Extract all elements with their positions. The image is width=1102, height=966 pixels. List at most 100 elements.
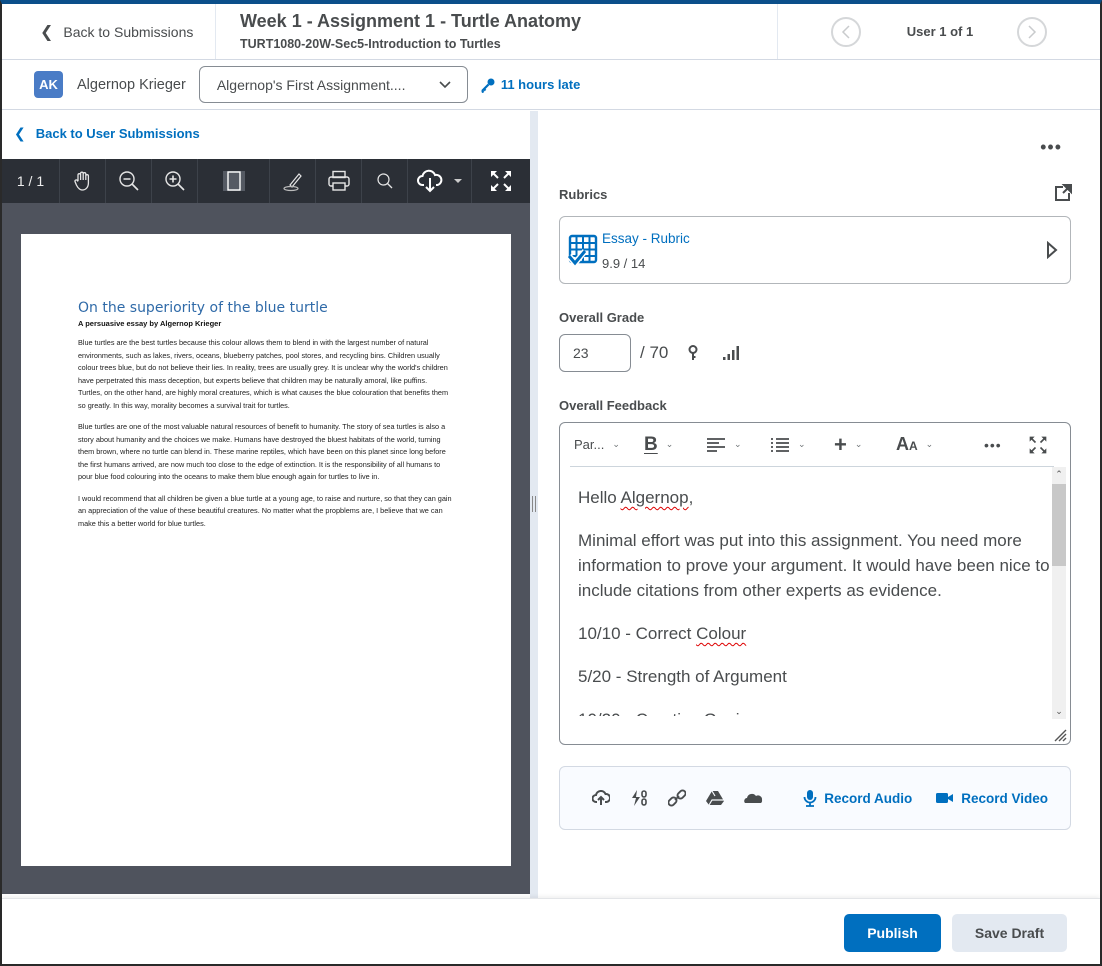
line-word: Colour [696, 624, 747, 643]
download-button[interactable] [408, 159, 472, 203]
page-indicator: 1 / 1 [2, 159, 60, 203]
chevron-left-icon: ❮ [40, 23, 54, 41]
google-drive-icon [706, 790, 724, 806]
panel-splitter[interactable] [530, 111, 538, 898]
more-icon: ••• [984, 436, 1002, 453]
feedback-line: 10/20 - Creative Genius [578, 707, 1054, 716]
rubric-card[interactable]: Essay - Rubric 9.9 / 14 [559, 216, 1071, 284]
editor-fullscreen-button[interactable] [1028, 435, 1048, 455]
viewer-toolbar: 1 / 1 [2, 159, 530, 203]
format-select-value: Par... [574, 437, 605, 452]
list-button[interactable]: ⌄ [770, 437, 834, 453]
chevron-down-icon: ⌄ [665, 439, 674, 449]
align-left-icon [707, 437, 725, 452]
search-icon [376, 173, 392, 189]
grade-statistics-icon[interactable] [722, 345, 740, 361]
scroll-down-icon[interactable]: ⌄ [1052, 706, 1066, 717]
submission-select-value: Algernop's First Assignment.... [216, 76, 406, 93]
editor-more-button[interactable]: ••• [984, 437, 1028, 453]
document-title: On the superiority of the blue turtle [78, 300, 328, 316]
bold-button[interactable]: B ⌄ [644, 434, 706, 456]
editor-scrollbar[interactable]: ⌃ ⌄ [1052, 467, 1066, 719]
annotate-pen-icon [282, 173, 302, 192]
format-select[interactable]: Par... ⌄ [574, 437, 644, 452]
onedrive-button[interactable] [734, 791, 772, 805]
attachments-bar: Record Audio Record Video [559, 766, 1071, 830]
fit-page-button[interactable] [198, 159, 270, 203]
page-title: Week 1 - Assignment 1 - Turtle Anatomy [240, 11, 582, 31]
print-button[interactable] [316, 159, 362, 203]
rubrics-label: Rubrics [559, 187, 608, 202]
upload-button[interactable] [582, 790, 620, 806]
bold-icon: B [644, 433, 658, 455]
link-button[interactable] [658, 789, 696, 807]
download-icon [416, 169, 442, 193]
title-block: Week 1 - Assignment 1 - Turtle Anatomy T… [216, 4, 778, 59]
scroll-up-icon[interactable]: ⌃ [1052, 469, 1066, 480]
document-canvas[interactable]: On the superiority of the blue turtle A … [2, 203, 530, 894]
next-user-button[interactable] [1017, 16, 1048, 47]
splitter-grip-icon [532, 496, 536, 512]
submission-select[interactable]: Algernop's First Assignment.... [198, 66, 468, 103]
document-paragraph: I would recommend that all children be g… [78, 493, 452, 528]
chevron-down-icon [439, 80, 451, 88]
expand-arrow-icon [1047, 241, 1058, 259]
zoom-out-icon [118, 171, 139, 191]
avatar: AK [34, 71, 63, 98]
align-button[interactable]: ⌄ [706, 437, 770, 453]
google-drive-button[interactable] [696, 790, 734, 806]
print-icon [327, 170, 350, 191]
fullscreen-icon [491, 171, 511, 191]
pan-tool-button[interactable] [60, 159, 106, 203]
scrollbar-thumb[interactable] [1052, 484, 1066, 566]
late-status-text: 11 hours late [500, 77, 581, 92]
zoom-in-button[interactable] [152, 159, 198, 203]
record-audio-button[interactable]: Record Audio [803, 789, 912, 807]
video-camera-icon [936, 793, 954, 803]
upload-icon [592, 790, 610, 805]
line-prefix: 10/10 - Correct [578, 624, 697, 643]
back-to-submissions-link[interactable]: ❮ Back to Submissions [2, 4, 216, 59]
document-subtitle: A persuasive essay by Algernop Krieger [78, 319, 222, 328]
save-draft-button[interactable]: Save Draft [952, 914, 1067, 952]
grade-input[interactable] [559, 334, 631, 372]
record-video-button[interactable]: Record Video [936, 791, 1048, 806]
font-size-button[interactable]: AA ⌄ [896, 434, 984, 455]
page-header: ❮ Back to Submissions Week 1 - Assignmen… [2, 4, 1100, 60]
font-size-icon: AA [896, 434, 918, 454]
document-page: On the superiority of the blue turtle A … [21, 234, 511, 866]
publish-button[interactable]: Publish [844, 914, 941, 952]
student-name: Algernop Krieger [77, 76, 186, 93]
editor-toolbar: Par... ⌄ B ⌄ ⌄ ⌄ + ⌄ AA ⌄ ••• [560, 423, 1070, 466]
feedback-editor: Par... ⌄ B ⌄ ⌄ ⌄ + ⌄ AA ⌄ ••• Hello Alge… [559, 422, 1071, 745]
resize-handle-icon[interactable] [1053, 728, 1067, 742]
feedback-text-area[interactable]: Hello Algernop, Minimal effort was put i… [560, 467, 1054, 716]
grade-scheme-icon[interactable] [687, 345, 699, 361]
search-button[interactable] [362, 159, 408, 203]
more-options-button[interactable]: ••• [1040, 137, 1062, 158]
quicklink-icon [632, 790, 647, 806]
back-to-user-submissions-link[interactable]: ❮ Back to User Submissions [14, 125, 200, 142]
document-paragraph: Blue turtles are one of the most valuabl… [78, 422, 446, 481]
quicklink-button[interactable] [620, 789, 658, 807]
greeting-suffix: , [688, 488, 694, 507]
course-name: TURT1080-20W-Sec5-Introduction to Turtle… [240, 37, 501, 51]
rubric-popout-button[interactable] [1054, 184, 1072, 207]
key-icon [481, 78, 495, 93]
grading-panel: ••• Rubrics Essay - Rubric 9.9 / 14 Over… [538, 111, 1100, 898]
previous-user-button[interactable] [830, 16, 861, 47]
chevron-left-icon [841, 24, 850, 39]
feedback-greeting: Hello Algernop, [578, 485, 1054, 510]
zoom-in-icon [164, 171, 185, 191]
overall-grade-label: Overall Grade [559, 310, 645, 325]
feedback-body: Minimal effort was put into this assignm… [578, 531, 1050, 600]
submission-viewer-panel: ❮ Back to User Submissions 1 / 1 On the … [2, 111, 530, 894]
chevron-down-icon: ⌄ [734, 439, 742, 449]
fullscreen-button[interactable] [472, 159, 530, 203]
insert-button[interactable]: + ⌄ [834, 433, 896, 456]
annotate-button[interactable] [270, 159, 316, 203]
chevron-down-icon: ⌄ [612, 439, 620, 449]
onedrive-icon [744, 793, 763, 803]
zoom-out-button[interactable] [106, 159, 152, 203]
rubric-icon [568, 234, 598, 266]
